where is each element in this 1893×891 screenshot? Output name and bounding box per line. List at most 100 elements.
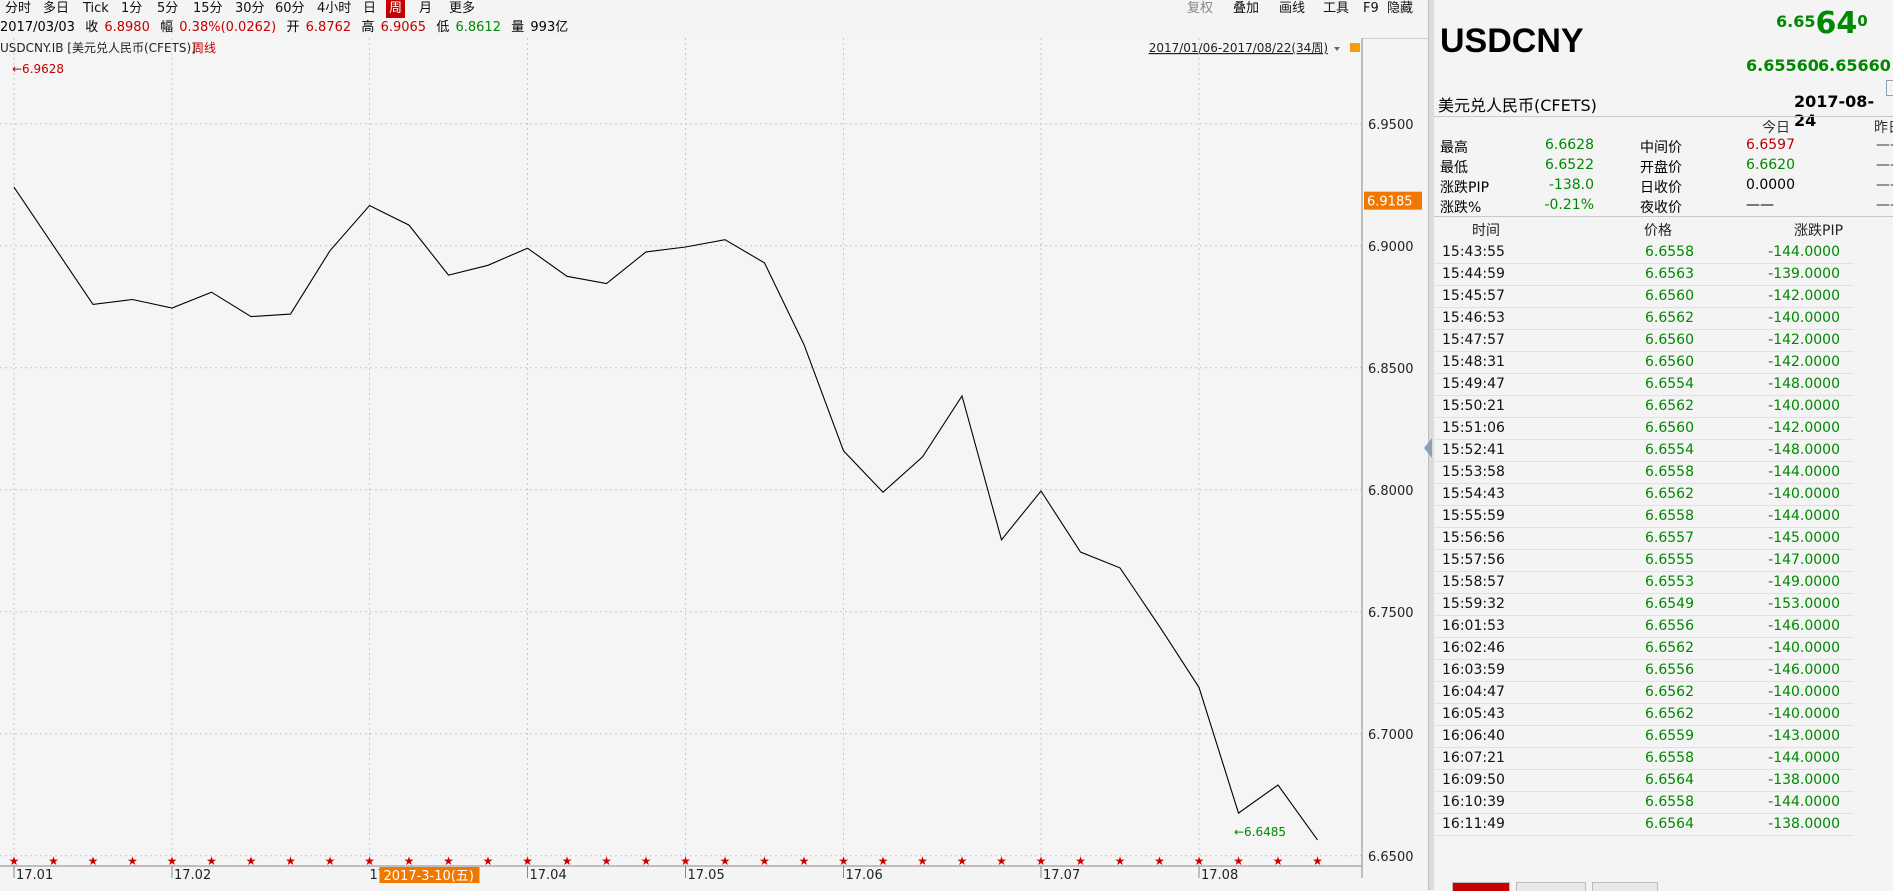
big-price-head: 6.65 — [1776, 12, 1816, 31]
tick-change: -146.0000 — [1768, 662, 1840, 678]
tick-time: 16:04:47 — [1442, 684, 1505, 700]
high-label: 高 — [361, 20, 375, 35]
x-tick-label: 17.08 — [1201, 868, 1238, 883]
period-tab-11[interactable]: 月 — [416, 0, 435, 18]
tick-change: -144.0000 — [1768, 794, 1840, 810]
table-row[interactable]: 16:05:43 6.6562 -140.0000 — [1434, 703, 1854, 726]
table-row[interactable]: 15:43:55 6.6558 -144.0000 — [1434, 241, 1854, 264]
table-row[interactable]: 16:07:21 6.6558 -144.0000 — [1434, 747, 1854, 770]
tick-change: -148.0000 — [1768, 376, 1840, 392]
current-price-label: 6.9185 — [1367, 195, 1413, 210]
table-row[interactable]: 16:04:47 6.6562 -140.0000 — [1434, 681, 1854, 704]
tool-button-5[interactable]: 隐藏 — [1384, 0, 1416, 18]
bar-marker: ★ — [443, 854, 454, 868]
bar-marker: ★ — [838, 854, 849, 868]
collapse-panel-icon[interactable] — [1424, 438, 1432, 458]
period-tab-9[interactable]: 日 — [360, 0, 379, 18]
bar-marker: ★ — [9, 854, 20, 868]
bar-marker: ★ — [1233, 854, 1244, 868]
period-tab-4[interactable]: 5分 — [154, 0, 181, 18]
period-tab-2[interactable]: Tick — [80, 0, 112, 18]
table-row[interactable]: 15:48:31 6.6560 -142.0000 — [1434, 351, 1854, 374]
tick-price: 6.6558 — [1645, 464, 1694, 480]
tick-price: 6.6562 — [1645, 706, 1694, 722]
bar-marker: ★ — [996, 854, 1007, 868]
period-tab-10[interactable]: 周 — [386, 0, 406, 18]
table-row[interactable]: 16:03:59 6.6556 -146.0000 — [1434, 659, 1854, 682]
close-label: 收 — [85, 20, 99, 35]
table-row[interactable]: 15:51:06 6.6560 -142.0000 — [1434, 417, 1854, 440]
tick-time: 16:01:53 — [1442, 618, 1505, 634]
high-value: 6.9065 — [380, 20, 427, 35]
bar-marker: ★ — [364, 854, 375, 868]
cursor-date-label: 2017-3-10(五) — [384, 869, 474, 884]
tick-price: 6.6563 — [1645, 266, 1694, 282]
table-row[interactable]: 15:55:59 6.6558 -144.0000 — [1434, 505, 1854, 528]
table-row[interactable]: 15:53:58 6.6558 -144.0000 — [1434, 461, 1854, 484]
tick-price: 6.6556 — [1645, 618, 1694, 634]
tick-price: 6.6558 — [1645, 794, 1694, 810]
stat-value: 6.6597 — [1746, 137, 1795, 153]
table-row[interactable]: 15:56:56 6.6557 -145.0000 — [1434, 527, 1854, 550]
period-tab-12[interactable]: 更多 — [446, 0, 478, 18]
yesterday-value: —— — [1876, 157, 1893, 173]
open-label: 开 — [286, 20, 300, 35]
table-row[interactable]: 15:44:59 6.6563 -139.0000 — [1434, 263, 1854, 286]
table-row[interactable]: 15:52:41 6.6554 -148.0000 — [1434, 439, 1854, 462]
tick-change: -142.0000 — [1768, 354, 1840, 370]
table-row[interactable]: 16:01:53 6.6556 -146.0000 — [1434, 615, 1854, 638]
tick-change: -140.0000 — [1768, 684, 1840, 700]
tick-change: -138.0000 — [1768, 772, 1840, 788]
min-annotation: ←6.6485 — [1234, 825, 1286, 839]
price-chart[interactable]: USDCNY.IB [美元兑人民币(CFETS)]周线 2017/01/06-20… — [0, 38, 1428, 890]
bar-marker: ★ — [483, 854, 494, 868]
table-row[interactable]: 16:11:49 6.6564 -138.0000 — [1434, 813, 1854, 836]
expand-icon[interactable] — [1886, 80, 1893, 96]
bar-marker: ★ — [48, 854, 59, 868]
tool-button-3[interactable]: 工具 — [1320, 0, 1352, 18]
tool-button-1[interactable]: 叠加 — [1230, 0, 1262, 18]
table-row[interactable]: 16:09:50 6.6564 -138.0000 — [1434, 769, 1854, 792]
table-row[interactable]: 16:10:39 6.6558 -144.0000 — [1434, 791, 1854, 814]
tick-change: -142.0000 — [1768, 332, 1840, 348]
chart-range[interactable]: 2017/01/06-2017/08/22(34周) — [1149, 41, 1328, 55]
tick-time: 15:55:59 — [1442, 508, 1505, 524]
table-row[interactable]: 15:49:47 6.6554 -148.0000 — [1434, 373, 1854, 396]
table-row[interactable]: 15:50:21 6.6562 -140.0000 — [1434, 395, 1854, 418]
plot-area[interactable] — [0, 38, 1362, 866]
period-tab-1[interactable]: 多日 — [40, 0, 72, 18]
period-tab-5[interactable]: 15分 — [190, 0, 226, 18]
quote-panel: USDCNY 6.65640 6.65560 6.65660 美元兑人民币(CF… — [1434, 0, 1893, 890]
bar-marker: ★ — [680, 854, 691, 868]
tick-time: 15:43:55 — [1442, 244, 1505, 260]
tick-time: 15:44:59 — [1442, 266, 1505, 282]
table-row[interactable]: 15:59:32 6.6549 -153.0000 — [1434, 593, 1854, 616]
volume-value: 993亿 — [530, 20, 569, 35]
tick-change: -147.0000 — [1768, 552, 1840, 568]
tool-button-4[interactable]: F9 — [1360, 0, 1382, 18]
period-tab-6[interactable]: 30分 — [232, 0, 268, 18]
period-tab-0[interactable]: 分时 — [2, 0, 34, 18]
table-row[interactable]: 15:57:56 6.6555 -147.0000 — [1434, 549, 1854, 572]
table-row[interactable]: 16:06:40 6.6559 -143.0000 — [1434, 725, 1854, 748]
period-tab-8[interactable]: 4小时 — [314, 0, 354, 18]
table-row[interactable]: 16:02:46 6.6562 -140.0000 — [1434, 637, 1854, 660]
table-row[interactable]: 15:46:53 6.6562 -140.0000 — [1434, 307, 1854, 330]
tick-time: 15:47:57 — [1442, 332, 1505, 348]
tool-button-2[interactable]: 画线 — [1276, 0, 1308, 18]
bottom-tabs — [1434, 882, 1893, 891]
table-row[interactable]: 15:45:57 6.6560 -142.0000 — [1434, 285, 1854, 308]
bar-marker: ★ — [601, 854, 612, 868]
period-tab-3[interactable]: 1分 — [118, 0, 145, 18]
tick-time: 15:52:41 — [1442, 442, 1505, 458]
period-tab-7[interactable]: 60分 — [272, 0, 308, 18]
table-row[interactable]: 15:47:57 6.6560 -142.0000 — [1434, 329, 1854, 352]
yesterday-value: —— — [1876, 137, 1893, 153]
lock-icon[interactable] — [1350, 43, 1360, 52]
table-row[interactable]: 15:58:57 6.6553 -149.0000 — [1434, 571, 1854, 594]
tool-button-0[interactable]: 复权 — [1184, 0, 1216, 18]
table-row[interactable]: 15:54:43 6.6562 -140.0000 — [1434, 483, 1854, 506]
tick-change: -149.0000 — [1768, 574, 1840, 590]
change-label: 幅 — [160, 20, 174, 35]
yesterday-value: —— — [1876, 197, 1893, 213]
